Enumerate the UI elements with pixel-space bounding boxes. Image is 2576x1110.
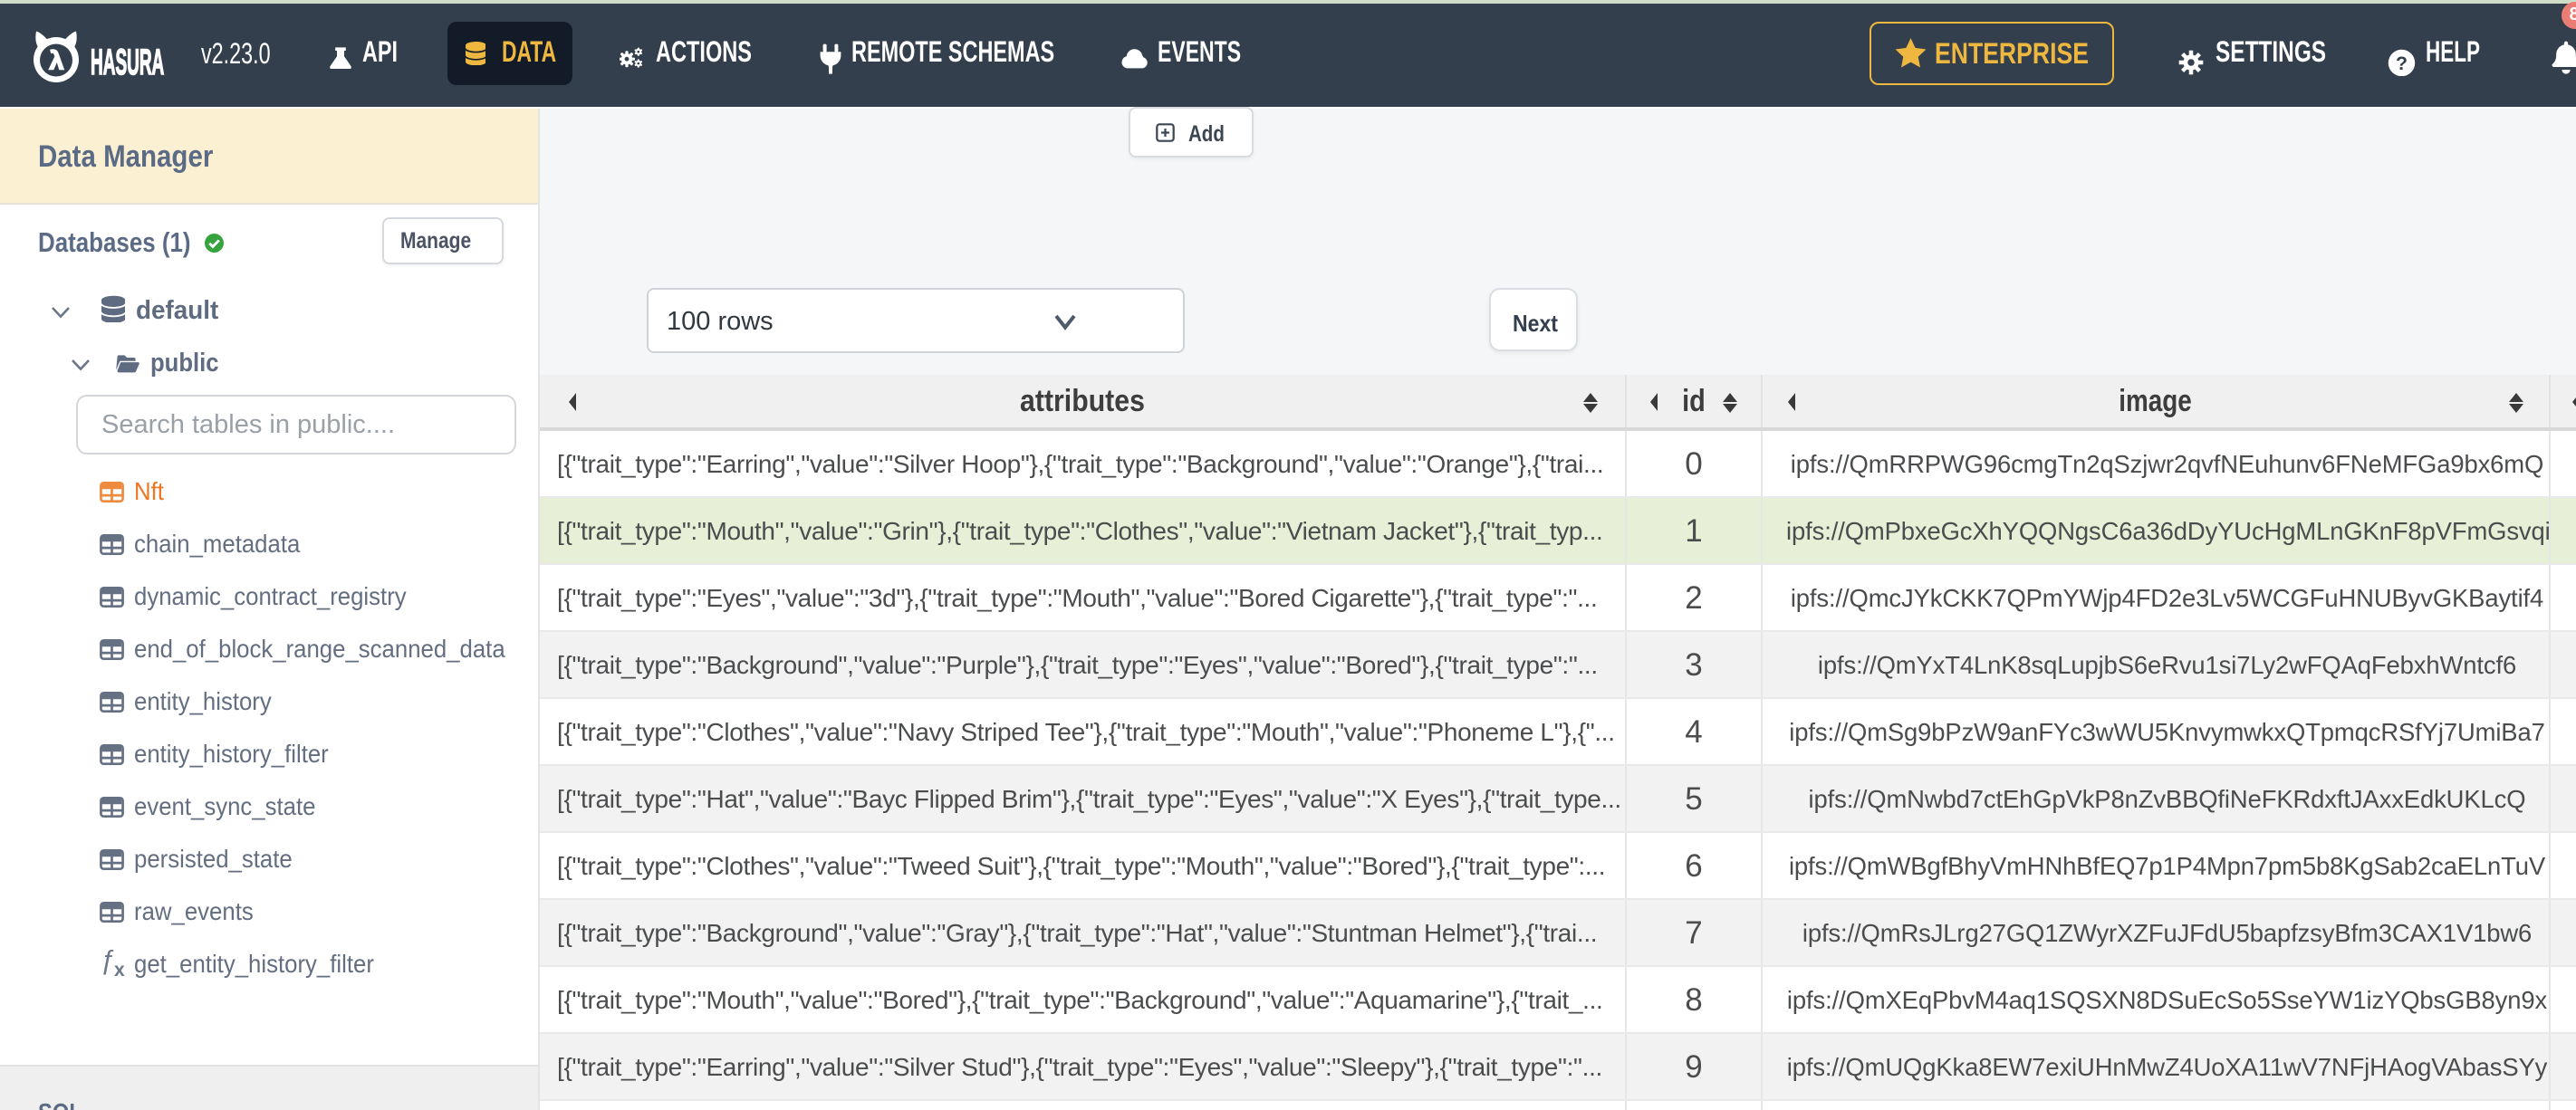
svg-text:λ: λ (48, 47, 62, 76)
svg-text:?: ? (2396, 52, 2408, 73)
